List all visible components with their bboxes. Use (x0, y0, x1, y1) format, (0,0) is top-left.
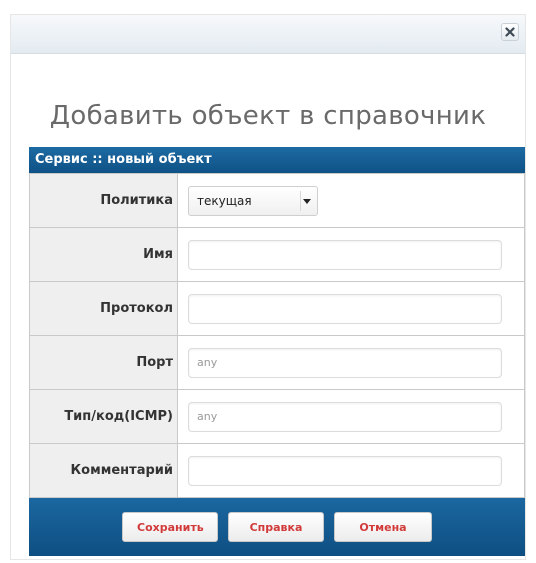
close-icon (505, 27, 515, 37)
form-row-policy: Политика текущая (29, 173, 525, 228)
form-row-icmp: Тип/код(ICMP) (29, 389, 525, 444)
port-label: Порт (29, 335, 178, 390)
icmp-label: Тип/код(ICMP) (29, 389, 178, 444)
form-row-protocol: Протокол (29, 281, 525, 336)
dialog-heading: Добавить объект в справочник (49, 101, 487, 131)
dialog-footer: Сохранить Справка Отмена (29, 498, 525, 556)
form-panel: Сервис :: новый объект Политика текущая … (29, 147, 525, 556)
form-row-port: Порт (29, 335, 525, 390)
comment-label: Комментарий (29, 443, 178, 498)
dropdown-arrow-icon (300, 190, 313, 211)
form-row-name: Имя (29, 227, 525, 282)
help-button[interactable]: Справка (228, 512, 324, 542)
port-input[interactable] (188, 347, 502, 378)
close-button[interactable] (501, 23, 519, 41)
comment-input[interactable] (188, 455, 502, 486)
protocol-input[interactable] (188, 293, 502, 324)
dialog-titlebar (11, 15, 525, 54)
form-row-comment: Комментарий (29, 443, 525, 498)
protocol-label: Протокол (29, 281, 178, 336)
form-table: Политика текущая Имя Протокол Порт any Т… (29, 173, 525, 498)
name-input[interactable] (188, 239, 502, 270)
policy-select[interactable]: текущая (188, 185, 318, 216)
name-label: Имя (29, 227, 178, 282)
panel-title: Сервис :: новый объект (29, 147, 525, 173)
policy-label: Политика (29, 173, 178, 228)
dialog: Добавить объект в справочник Сервис :: н… (10, 14, 526, 560)
save-button[interactable]: Сохранить (122, 512, 218, 542)
icmp-input[interactable] (188, 401, 502, 432)
cancel-button[interactable]: Отмена (334, 512, 432, 542)
policy-select-value: текущая (197, 193, 252, 208)
